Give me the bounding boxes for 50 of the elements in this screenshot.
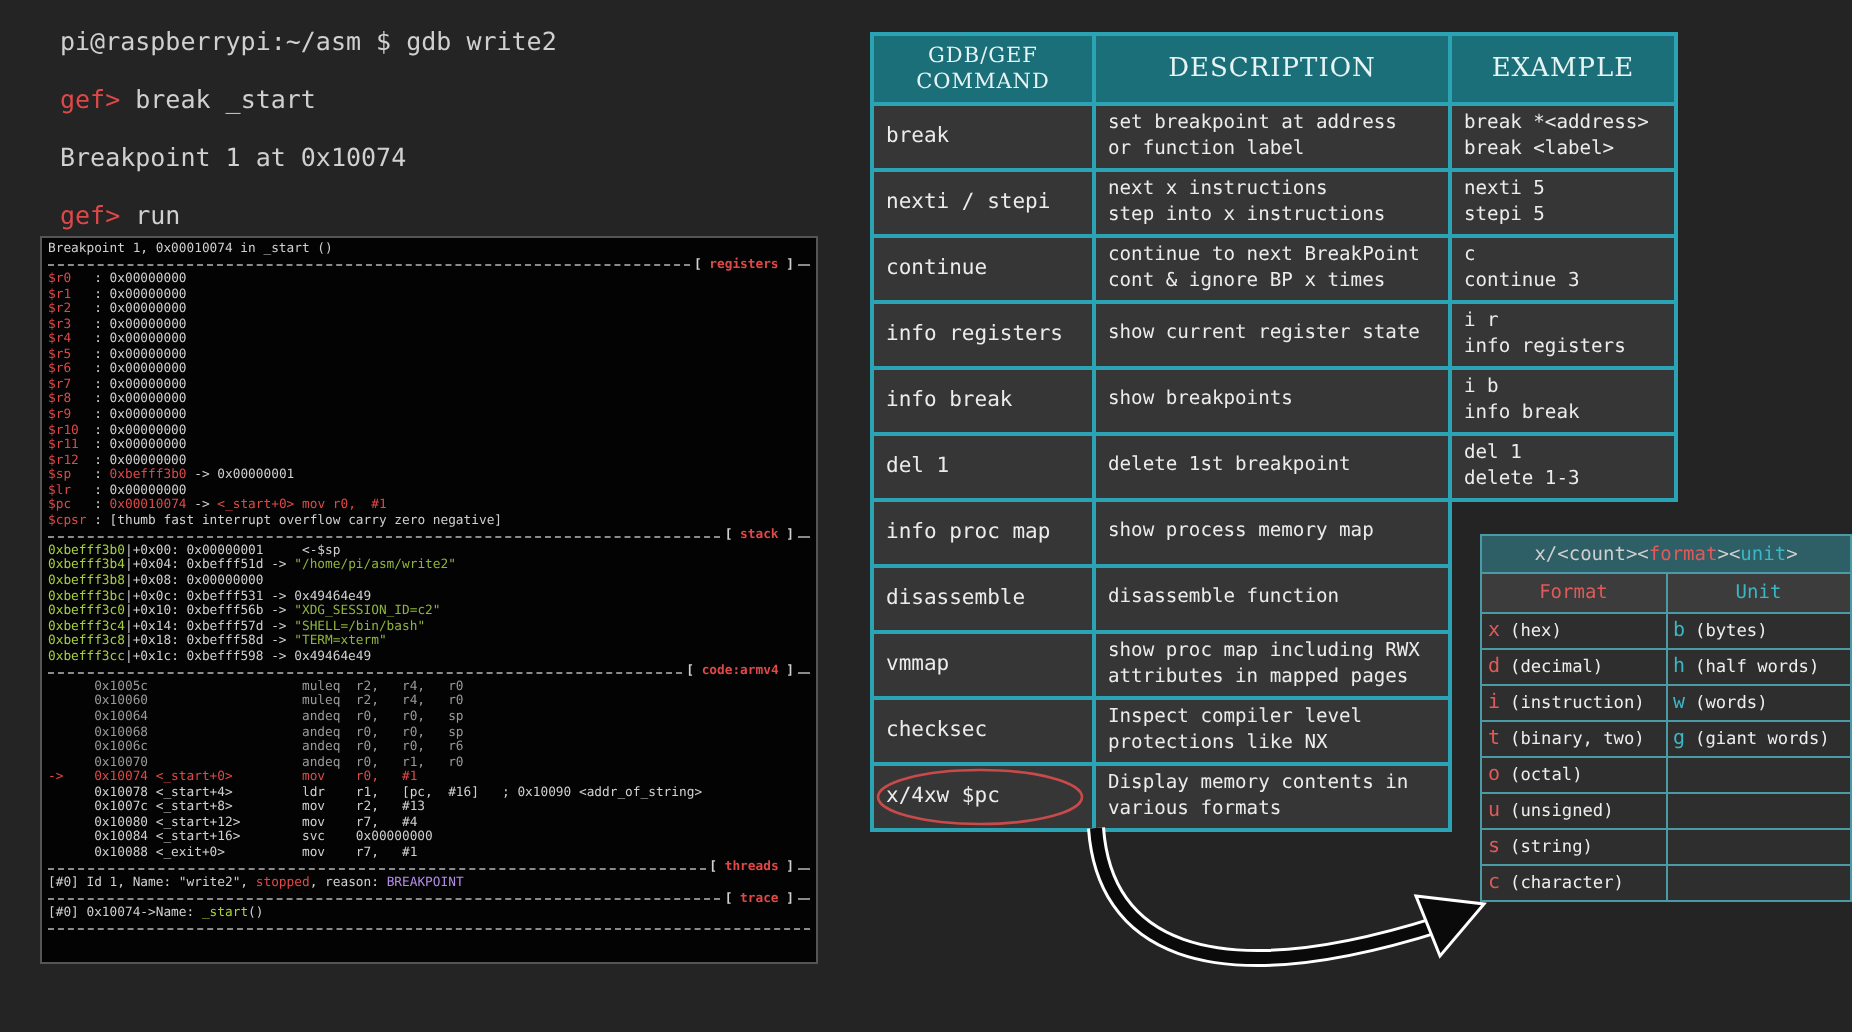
column-header: Format: [1482, 574, 1665, 612]
description-cell: show breakpoints: [1096, 370, 1448, 432]
command-cell: nexti / stepi: [874, 172, 1092, 234]
command-cell: x/4xw $pc: [874, 766, 1092, 828]
column-header: GDB/GEF COMMAND: [874, 36, 1092, 102]
unit-cell: b (bytes): [1667, 614, 1850, 648]
shell-line: pi@raspberrypi:~/asm $ gdb write2: [60, 24, 559, 60]
format-cell: t (binary, two): [1482, 722, 1665, 756]
description-cell: Inspect compiler level protections like NX: [1096, 700, 1448, 762]
unit-cell: w (words): [1667, 686, 1850, 720]
description-cell: Display memory contents in various formats: [1096, 766, 1448, 828]
command-cell: info break: [874, 370, 1092, 432]
command-cell: break: [874, 106, 1092, 168]
command-cell: info proc map: [874, 502, 1092, 564]
shell-line: gef> run: [60, 198, 183, 234]
command-cell: disassemble: [874, 568, 1092, 630]
format-cell: s (string): [1482, 830, 1665, 864]
format-cell: d (decimal): [1482, 650, 1665, 684]
description-cell: continue to next BreakPoint cont & ignore BP x times: [1096, 238, 1448, 300]
format-cell: i (instruction): [1482, 686, 1665, 720]
description-cell: disassemble function: [1096, 568, 1448, 630]
format-cell: c (character): [1482, 866, 1665, 900]
column-header: DESCRIPTION: [1096, 36, 1448, 102]
command-cell: checksec: [874, 700, 1092, 762]
description-cell: show current register state: [1096, 304, 1448, 366]
description-cell: show proc map including RWX attributes in mapped pages: [1096, 634, 1448, 696]
format-cell: u (unsigned): [1482, 794, 1665, 828]
example-cell: break *<address> break <label>: [1452, 106, 1674, 168]
example-cell: c continue 3: [1452, 238, 1674, 300]
command-cell: continue: [874, 238, 1092, 300]
shell-line: gef> break _start: [60, 82, 318, 118]
example-cell: i r info registers: [1452, 304, 1674, 366]
column-header: EXAMPLE: [1452, 36, 1674, 102]
description-cell: set breakpoint at address or function label: [1096, 106, 1448, 168]
command-cell: del 1: [874, 436, 1092, 498]
table-title: x/<count><format><unit>: [1482, 536, 1850, 572]
command-cell: info registers: [874, 304, 1092, 366]
format-cell: o (octal): [1482, 758, 1665, 792]
unit-cell: h (half words): [1667, 650, 1850, 684]
example-cell: del 1 delete 1-3: [1452, 436, 1674, 498]
command-cell: vmmap: [874, 634, 1092, 696]
description-cell: show process memory map: [1096, 502, 1448, 564]
description-cell: delete 1st breakpoint: [1096, 436, 1448, 498]
description-cell: next x instructions step into x instructions: [1096, 172, 1448, 234]
column-header: Unit: [1667, 574, 1850, 612]
example-cell: nexti 5 stepi 5: [1452, 172, 1674, 234]
example-cell: i b info break: [1452, 370, 1674, 432]
shell-line: Breakpoint 1 at 0x10074: [60, 140, 409, 176]
unit-cell: g (giant words): [1667, 722, 1850, 756]
format-cell: x (hex): [1482, 614, 1665, 648]
